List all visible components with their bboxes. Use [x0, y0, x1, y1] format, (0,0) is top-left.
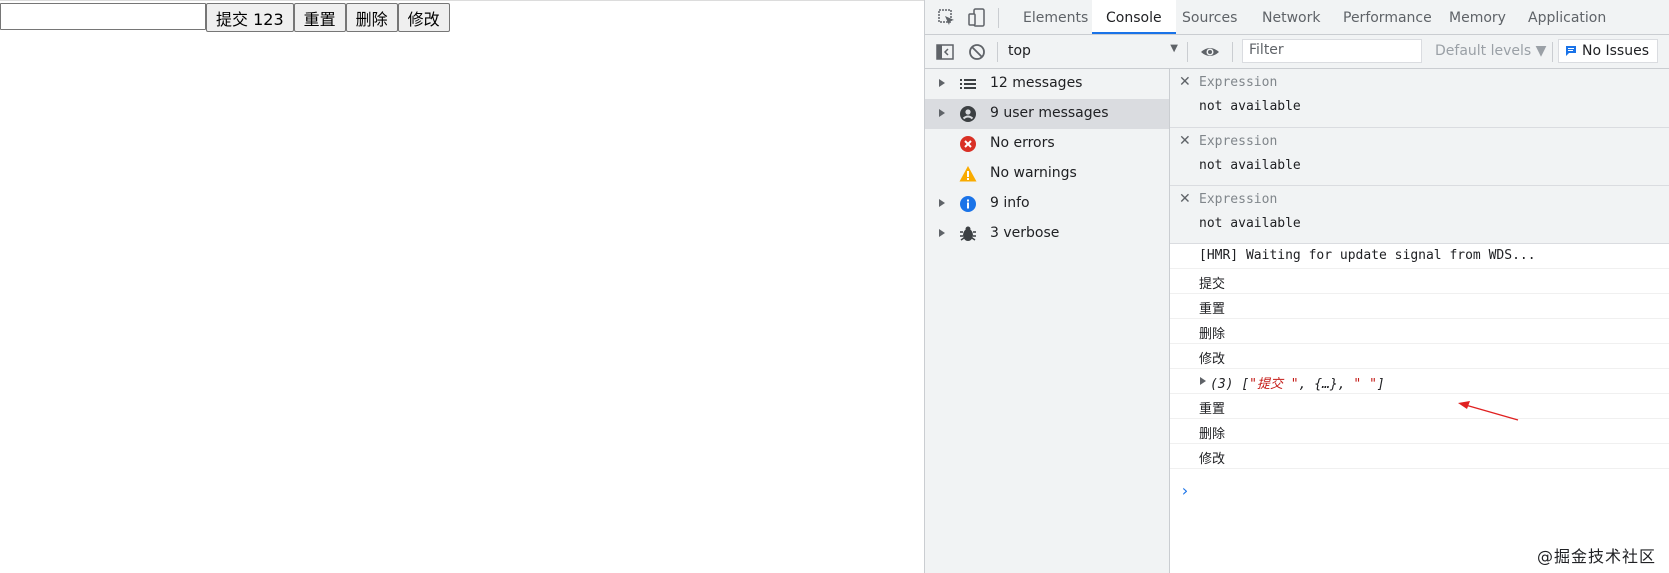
- delete-button[interactable]: 删除: [345, 3, 398, 32]
- sidebar-item-label: 3 verbose: [990, 225, 1060, 241]
- expand-arrow-icon[interactable]: [939, 229, 945, 237]
- page-form: 提交 123 重置 删除 修改: [0, 3, 450, 32]
- expression-label[interactable]: Expression: [1199, 75, 1277, 90]
- log-text: 删除: [1199, 327, 1226, 342]
- close-icon[interactable]: ✕: [1179, 133, 1191, 149]
- console-sidebar: 12 messages 9 user messages No errors No: [925, 69, 1170, 573]
- sidebar-item-info[interactable]: 9 info: [925, 189, 1169, 219]
- edit-button[interactable]: 修改: [397, 3, 450, 32]
- log-message: [HMR] Waiting for update signal from WDS…: [1170, 244, 1669, 269]
- live-expression: ✕ Expression not available: [1170, 128, 1669, 186]
- sidebar-item-label: 12 messages: [990, 75, 1083, 91]
- submit-button[interactable]: 提交 123: [206, 3, 294, 32]
- log-message: 重置: [1170, 294, 1669, 319]
- sidebar-item-warnings[interactable]: No warnings: [925, 159, 1169, 189]
- tab-application[interactable]: Application: [1514, 0, 1620, 34]
- expand-arrow-icon[interactable]: [939, 79, 945, 87]
- devtools-tab-bar: Elements Console Sources Network Perform…: [925, 0, 1669, 35]
- log-message: 删除: [1170, 419, 1669, 444]
- array-close: ]: [1376, 377, 1385, 392]
- log-message: 修改: [1170, 444, 1669, 469]
- sidebar-toggle-icon[interactable]: [935, 42, 955, 62]
- log-message-array[interactable]: (3) ["提交 ", {…}, " "]: [1170, 369, 1669, 394]
- sidebar-item-errors[interactable]: No errors: [925, 129, 1169, 159]
- expression-value: not available: [1199, 99, 1301, 114]
- log-text: 修改: [1199, 452, 1226, 467]
- reset-button[interactable]: 重置: [293, 3, 346, 32]
- sidebar-item-label: 9 info: [990, 195, 1030, 211]
- watermark: @掘金技术社区: [1537, 547, 1657, 566]
- toolbar-separator: [1552, 42, 1553, 62]
- chevron-down-icon: ▼: [1170, 43, 1178, 54]
- live-expression: ✕ Expression not available: [1170, 69, 1669, 128]
- log-text: 提交: [1199, 277, 1226, 292]
- tab-elements[interactable]: Elements: [1009, 0, 1102, 34]
- sidebar-item-label: No errors: [990, 135, 1055, 151]
- context-select[interactable]: top ▼: [1008, 40, 1178, 62]
- expand-arrow-icon[interactable]: [939, 109, 945, 117]
- array-middle: , {…},: [1298, 377, 1354, 392]
- log-text: 重置: [1199, 402, 1226, 417]
- array-string: "提交 ": [1249, 377, 1299, 392]
- array-count: (3): [1210, 377, 1234, 392]
- expression-value: not available: [1199, 158, 1301, 173]
- sidebar-item-messages[interactable]: 12 messages: [925, 69, 1169, 99]
- filter-input[interactable]: Filter: [1242, 39, 1422, 63]
- log-message: 删除: [1170, 319, 1669, 344]
- expression-label[interactable]: Expression: [1199, 134, 1277, 149]
- tab-sources[interactable]: Sources: [1168, 0, 1251, 34]
- inspect-element-icon[interactable]: [937, 8, 957, 28]
- sidebar-item-verbose[interactable]: 3 verbose: [925, 219, 1169, 249]
- list-icon: [960, 79, 976, 89]
- expression-label[interactable]: Expression: [1199, 192, 1277, 207]
- close-icon[interactable]: ✕: [1179, 191, 1191, 207]
- sidebar-item-label: 9 user messages: [990, 105, 1109, 121]
- array-open: [: [1241, 377, 1250, 392]
- sidebar-item-label: No warnings: [990, 165, 1077, 181]
- tab-console[interactable]: Console: [1092, 0, 1176, 34]
- expression-value: not available: [1199, 216, 1301, 231]
- close-icon[interactable]: ✕: [1179, 74, 1191, 90]
- tab-memory[interactable]: Memory: [1435, 0, 1520, 34]
- error-icon: [960, 136, 976, 152]
- array-preview[interactable]: (3) ["提交 ", {…}, " "]: [1210, 373, 1385, 392]
- log-text: 删除: [1199, 427, 1226, 442]
- bug-icon: [960, 226, 976, 241]
- tab-performance[interactable]: Performance: [1329, 0, 1446, 34]
- log-levels-dropdown[interactable]: Default levels ▼: [1435, 43, 1546, 59]
- log-message: 修改: [1170, 344, 1669, 369]
- toolbar-separator: [1187, 42, 1188, 62]
- user-icon: [960, 106, 976, 122]
- clear-console-icon[interactable]: [967, 42, 987, 62]
- expand-arrow-icon[interactable]: [939, 199, 945, 207]
- issues-icon: [1566, 46, 1576, 56]
- tab-separator: [998, 8, 999, 28]
- devtools-panel: Elements Console Sources Network Perform…: [924, 0, 1669, 573]
- console-prompt[interactable]: ›: [1180, 481, 1190, 500]
- log-message: 提交: [1170, 269, 1669, 294]
- log-text: 重置: [1199, 302, 1226, 317]
- console-toolbar: top ▼ Filter Default levels ▼ No Issues: [925, 35, 1669, 69]
- toolbar-separator: [997, 42, 998, 62]
- issues-label: No Issues: [1582, 43, 1649, 59]
- log-text: 修改: [1199, 352, 1226, 367]
- context-value: top: [1008, 43, 1031, 59]
- web-page: 提交 123 重置 删除 修改: [0, 0, 924, 573]
- text-input[interactable]: [0, 3, 206, 30]
- array-string: " ": [1353, 377, 1377, 392]
- log-message: 重置: [1170, 394, 1669, 419]
- issues-button[interactable]: No Issues: [1558, 39, 1658, 63]
- warning-icon: [959, 166, 977, 182]
- live-expression: ✕ Expression not available: [1170, 186, 1669, 244]
- eye-icon[interactable]: [1200, 42, 1220, 62]
- log-text: [HMR] Waiting for update signal from WDS…: [1199, 248, 1536, 263]
- toolbar-separator: [1232, 42, 1233, 62]
- sidebar-item-user-messages[interactable]: 9 user messages: [925, 99, 1169, 129]
- tab-network[interactable]: Network: [1248, 0, 1334, 34]
- info-icon: [960, 196, 976, 212]
- expand-arrow-icon[interactable]: [1200, 377, 1206, 385]
- device-toolbar-icon[interactable]: [967, 8, 987, 28]
- console-log: ✕ Expression not available ✕ Expression …: [1170, 69, 1669, 573]
- page-top-border: [0, 0, 924, 1]
